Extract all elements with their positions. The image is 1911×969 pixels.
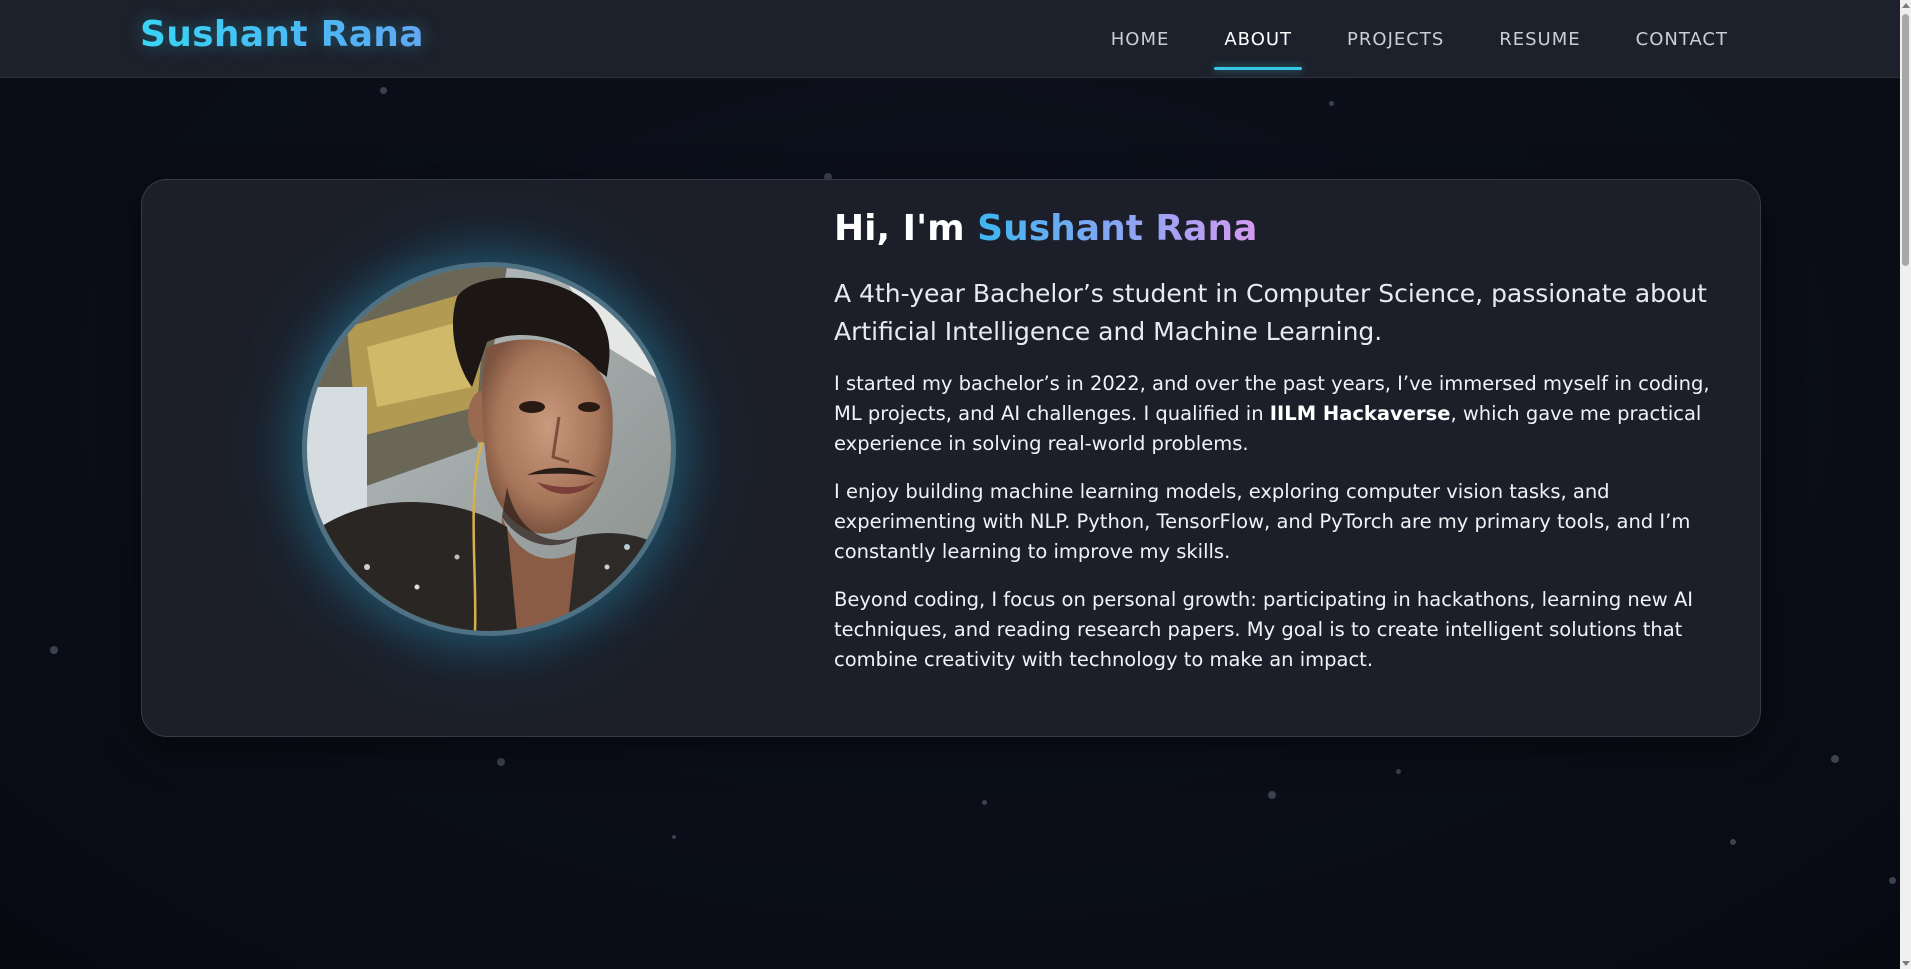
scroll-up-icon[interactable] (1902, 3, 1910, 8)
about-content: Hi, I'm Sushant Rana A 4th-year Bachelor… (834, 206, 1724, 675)
about-paragraph-1: I started my bachelor’s in 2022, and ove… (834, 369, 1724, 459)
page: Sushant Rana HOME ABOUT PROJECTS RESUME … (0, 0, 1911, 969)
hackaverse-highlight: IILM Hackaverse (1269, 401, 1451, 425)
heading-name: Sushant Rana (977, 208, 1258, 249)
page-scrollbar[interactable] (1900, 0, 1911, 969)
star-decoration (982, 800, 987, 805)
nav-projects[interactable]: PROJECTS (1337, 19, 1454, 60)
star-decoration (50, 646, 58, 654)
star-decoration (1730, 839, 1736, 845)
profile-photo-icon (307, 267, 671, 631)
navbar: Sushant Rana HOME ABOUT PROJECTS RESUME … (0, 0, 1900, 78)
scroll-thumb[interactable] (1902, 14, 1909, 266)
brand-logo[interactable]: Sushant Rana (140, 14, 424, 55)
nav-contact[interactable]: CONTACT (1626, 19, 1738, 60)
star-decoration (672, 835, 676, 839)
avatar-glow (302, 262, 676, 636)
nav-resume[interactable]: RESUME (1489, 19, 1590, 60)
star-decoration (497, 758, 505, 766)
avatar (302, 262, 676, 636)
main-nav: HOME ABOUT PROJECTS RESUME CONTACT (1066, 0, 1738, 78)
star-decoration (380, 87, 387, 94)
star-decoration (1329, 101, 1334, 106)
about-paragraph-3: Beyond coding, I focus on personal growt… (834, 587, 1694, 671)
about-card: Hi, I'm Sushant Rana A 4th-year Bachelor… (141, 179, 1761, 737)
nav-about[interactable]: ABOUT (1214, 19, 1302, 70)
scroll-down-icon[interactable] (1902, 961, 1910, 966)
nav-home[interactable]: HOME (1101, 19, 1180, 60)
star-decoration (1889, 877, 1896, 884)
star-decoration (1831, 755, 1839, 763)
star-decoration (1396, 769, 1401, 774)
about-paragraph-2: I enjoy building machine learning models… (834, 479, 1691, 563)
star-decoration (1268, 791, 1276, 799)
about-lead: A 4th-year Bachelor’s student in Compute… (834, 278, 1707, 346)
about-heading: Hi, I'm Sushant Rana (834, 206, 1724, 253)
greeting-text: Hi, I'm (834, 208, 965, 249)
